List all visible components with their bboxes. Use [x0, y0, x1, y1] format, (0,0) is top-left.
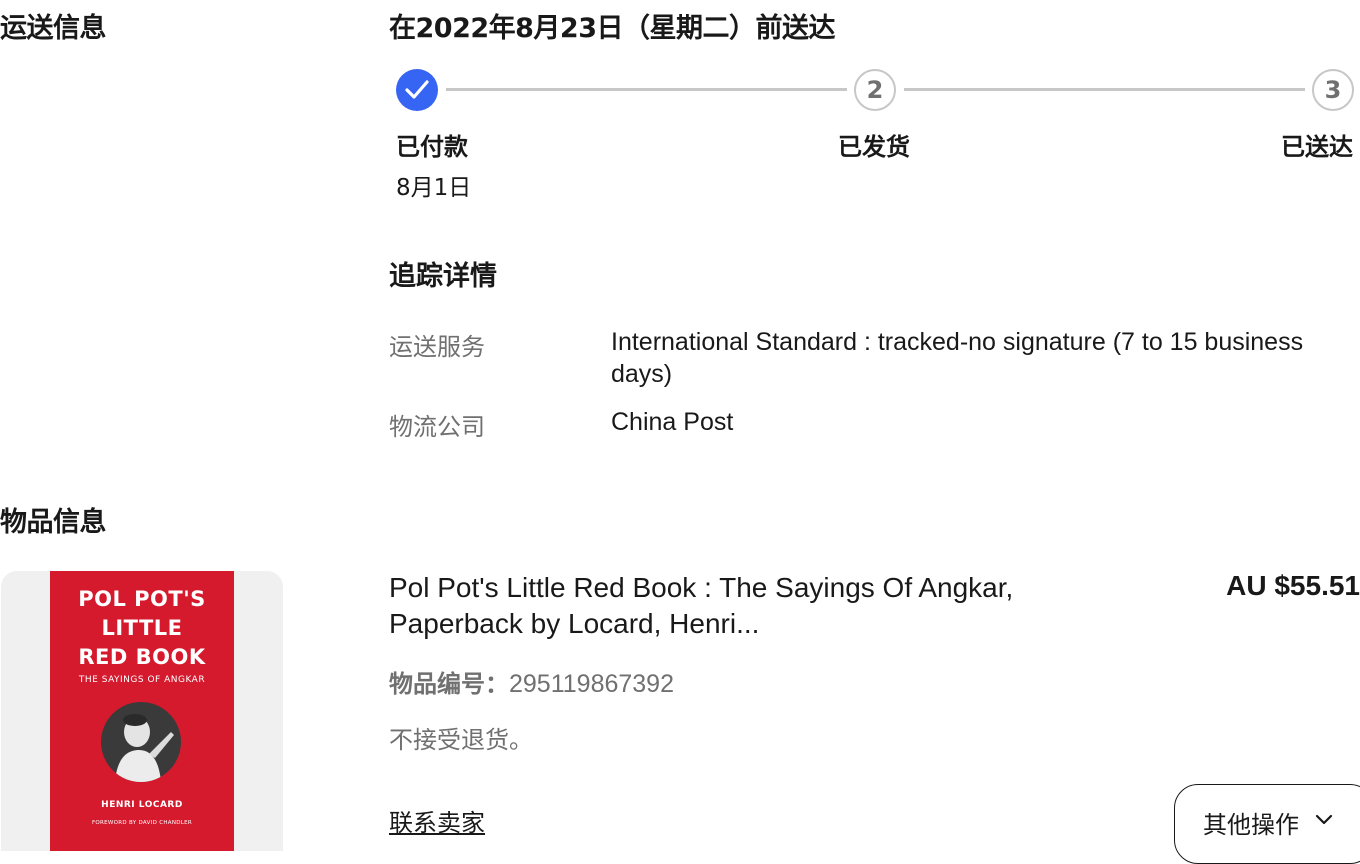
shipping-service-label: 运送服务	[389, 333, 485, 361]
carrier-label: 物流公司	[389, 413, 485, 441]
step-shipped-number: 2	[854, 69, 896, 111]
carrier-value: China Post	[611, 408, 734, 436]
book-cover-foreword: FOREWORD BY DAVID CHANDLER	[91, 820, 193, 826]
item-title-link[interactable]: Pol Pot's Little Red Book : The Sayings …	[389, 570, 1149, 642]
step-shipped-label: 已发货	[838, 133, 910, 161]
shipping-section-title: 运送信息	[0, 13, 107, 44]
item-price: AU $55.51	[1226, 570, 1360, 601]
contact-seller-link[interactable]: 联系卖家	[389, 803, 485, 838]
item-number: 物品编号：295119867392	[389, 664, 674, 699]
step-delivered-number: 3	[1312, 69, 1354, 111]
item-number-value: 295119867392	[509, 670, 674, 698]
book-cover-author: HENRI LOCARD	[101, 800, 183, 810]
return-policy: 不接受退货。	[389, 726, 533, 754]
item-number-label: 物品编号：	[389, 670, 509, 698]
step-paid-label: 已付款	[396, 133, 468, 161]
item-thumbnail[interactable]: POL POT'S LITTLE RED BOOK THE SAYINGS OF…	[1, 571, 283, 851]
step-paid-check-icon	[396, 69, 438, 111]
shipping-service-value: International Standard : tracked-no sign…	[611, 328, 1304, 388]
book-cover-subtitle: THE SAYINGS OF ANGKAR	[78, 675, 206, 685]
more-actions-label: 其他操作	[1203, 811, 1299, 839]
progress-line-2	[904, 88, 1305, 91]
step-delivered-label: 已送达	[1281, 133, 1353, 161]
more-actions-button[interactable]: 其他操作	[1174, 784, 1360, 864]
book-cover-title: POL POT'S LITTLE RED BOOK	[78, 587, 206, 669]
book-cover-portrait	[101, 702, 181, 782]
book-cover-image: POL POT'S LITTLE RED BOOK THE SAYINGS OF…	[50, 571, 234, 851]
delivery-estimate: 在2022年8月23日（星期二）前送达	[389, 13, 836, 44]
chevron-down-icon	[1315, 811, 1333, 830]
step-paid-date: 8月1日	[396, 175, 472, 201]
tracking-details-title: 追踪详情	[389, 261, 497, 292]
progress-line-1	[446, 88, 847, 91]
item-section-title: 物品信息	[0, 507, 107, 538]
